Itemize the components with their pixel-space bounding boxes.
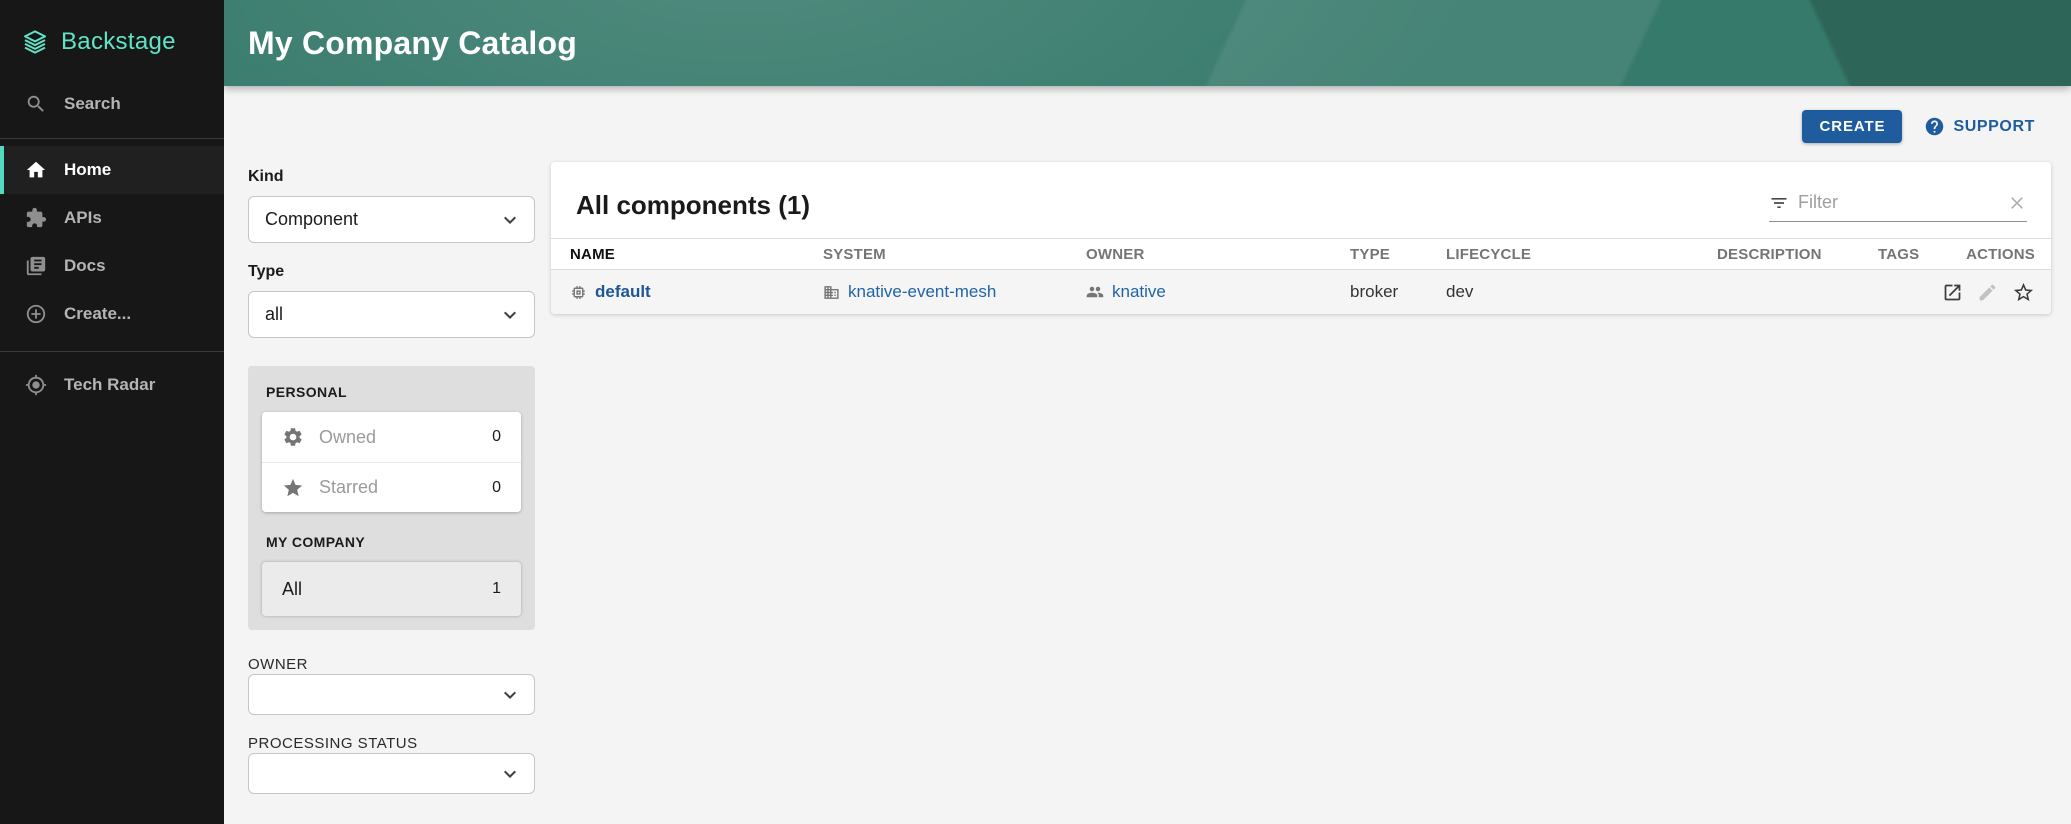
- building-icon: [823, 284, 840, 301]
- sidebar-item-label: Docs: [64, 256, 106, 276]
- kind-value: Component: [265, 209, 358, 230]
- owned-label: Owned: [319, 427, 492, 448]
- chevron-down-icon: [498, 303, 522, 327]
- create-button[interactable]: CREATE: [1802, 110, 1902, 143]
- filter-all[interactable]: All 1: [262, 562, 521, 616]
- processing-status-filter: PROCESSING STATUS: [248, 735, 535, 794]
- group-icon: [1086, 283, 1104, 301]
- sidebar-item-tech-radar[interactable]: Tech Radar: [0, 361, 224, 409]
- sidebar-item-home[interactable]: Home: [0, 146, 224, 194]
- chevron-down-icon: [498, 762, 522, 786]
- chevron-down-icon: [498, 683, 522, 707]
- support-label: SUPPORT: [1953, 118, 2035, 136]
- components-table-card: All components (1) NAME SYSTEM OWNER TYP…: [551, 162, 2051, 314]
- column-header-actions: ACTIONS: [1964, 246, 2035, 263]
- sidebar-divider: [0, 138, 224, 139]
- entity-link[interactable]: default: [595, 282, 651, 302]
- column-header-system[interactable]: SYSTEM: [823, 246, 1086, 263]
- column-header-tags[interactable]: TAGS: [1878, 246, 1964, 263]
- table-toolbar: All components (1): [551, 162, 2051, 222]
- star-outline-icon[interactable]: [2012, 281, 2035, 304]
- search-icon: [25, 93, 47, 115]
- page-header: My Company Catalog: [224, 0, 2071, 86]
- filter-starred[interactable]: Starred 0: [262, 462, 521, 512]
- column-header-name[interactable]: NAME: [570, 246, 823, 263]
- column-header-owner[interactable]: OWNER: [1086, 246, 1350, 263]
- home-icon: [25, 159, 47, 181]
- help-icon: [1924, 116, 1945, 137]
- backstage-logo[interactable]: Backstage: [0, 0, 224, 60]
- table-row: default knative-event-mesh knative broke…: [551, 270, 2051, 314]
- personal-header: PERSONAL: [266, 384, 521, 400]
- gear-icon: [282, 426, 304, 448]
- kind-filter: Kind Component: [248, 168, 535, 243]
- filters-panel: Kind Component Type all PERS: [248, 168, 535, 814]
- sidebar-item-search[interactable]: Search: [0, 80, 224, 128]
- owner-cell: knative: [1086, 282, 1350, 302]
- type-value: all: [265, 304, 283, 325]
- company-header: MY COMPANY: [266, 534, 521, 550]
- type-label: Type: [248, 263, 535, 281]
- table-filter: [1769, 188, 2027, 222]
- type-select[interactable]: all: [248, 291, 535, 338]
- owned-count: 0: [492, 428, 501, 446]
- table-header-row: NAME SYSTEM OWNER TYPE LIFECYCLE DESCRIP…: [551, 238, 2051, 270]
- sidebar-item-docs[interactable]: Docs: [0, 242, 224, 290]
- filter-owned[interactable]: Owned 0: [262, 412, 521, 462]
- kind-select[interactable]: Component: [248, 196, 535, 243]
- sidebar-item-label: Home: [64, 160, 111, 180]
- column-header-description[interactable]: DESCRIPTION: [1717, 246, 1878, 263]
- entity-picker-panel: PERSONAL Owned 0 Starred 0: [248, 366, 535, 630]
- backstage-app: Backstage Search Home APIs Docs: [0, 0, 2071, 824]
- all-label: All: [282, 579, 492, 600]
- processing-status-select[interactable]: [248, 753, 535, 794]
- page-title: My Company Catalog: [248, 25, 577, 62]
- edit-pencil-icon: [1977, 282, 1998, 303]
- sidebar-item-label: Create...: [64, 304, 131, 324]
- starred-label: Starred: [319, 477, 492, 498]
- chevron-down-icon: [498, 208, 522, 232]
- type-filter: Type all: [248, 263, 535, 338]
- sidebar-divider: [0, 351, 224, 352]
- backstage-stack-icon: [20, 27, 50, 57]
- owner-label: OWNER: [248, 656, 308, 673]
- filter-list-icon: [1769, 193, 1789, 213]
- actions-cell: [1964, 281, 2035, 304]
- personal-card: Owned 0 Starred 0: [262, 412, 521, 512]
- starred-count: 0: [492, 479, 501, 497]
- main-content: CREATE SUPPORT Kind Component T: [224, 86, 2071, 824]
- support-button[interactable]: SUPPORT: [1924, 116, 2035, 137]
- owner-select[interactable]: [248, 674, 535, 715]
- system-link[interactable]: knative-event-mesh: [848, 282, 996, 302]
- kind-label: Kind: [248, 168, 535, 186]
- all-count: 1: [492, 580, 501, 598]
- open-in-new-icon[interactable]: [1942, 282, 1963, 303]
- library-docs-icon: [25, 255, 47, 277]
- sidebar-item-label: Tech Radar: [64, 375, 155, 395]
- toolbar: CREATE SUPPORT: [1802, 110, 2035, 143]
- owner-link[interactable]: knative: [1112, 282, 1166, 302]
- sidebar-item-label: APIs: [64, 208, 102, 228]
- add-circle-icon: [25, 303, 47, 325]
- sidebar-item-create[interactable]: Create...: [0, 290, 224, 338]
- name-cell: default: [570, 282, 823, 302]
- clear-filter-icon[interactable]: [2007, 193, 2027, 213]
- table-title: All components (1): [576, 190, 810, 221]
- lifecycle-cell: dev: [1446, 282, 1717, 302]
- brand-name: Backstage: [61, 28, 176, 56]
- system-cell: knative-event-mesh: [823, 282, 1086, 302]
- processing-status-label: PROCESSING STATUS: [248, 735, 418, 752]
- sidebar-item-label: Search: [64, 94, 121, 114]
- chip-icon: [570, 284, 587, 301]
- puzzle-icon: [25, 207, 47, 229]
- radar-target-icon: [25, 374, 47, 396]
- type-cell: broker: [1350, 282, 1446, 302]
- star-icon: [282, 477, 304, 499]
- column-header-type[interactable]: TYPE: [1350, 246, 1446, 263]
- sidebar-item-apis[interactable]: APIs: [0, 194, 224, 242]
- sidebar: Backstage Search Home APIs Docs: [0, 0, 224, 824]
- table-filter-input[interactable]: [1798, 192, 1998, 213]
- owner-filter: OWNER: [248, 656, 535, 715]
- column-header-lifecycle[interactable]: LIFECYCLE: [1446, 246, 1717, 263]
